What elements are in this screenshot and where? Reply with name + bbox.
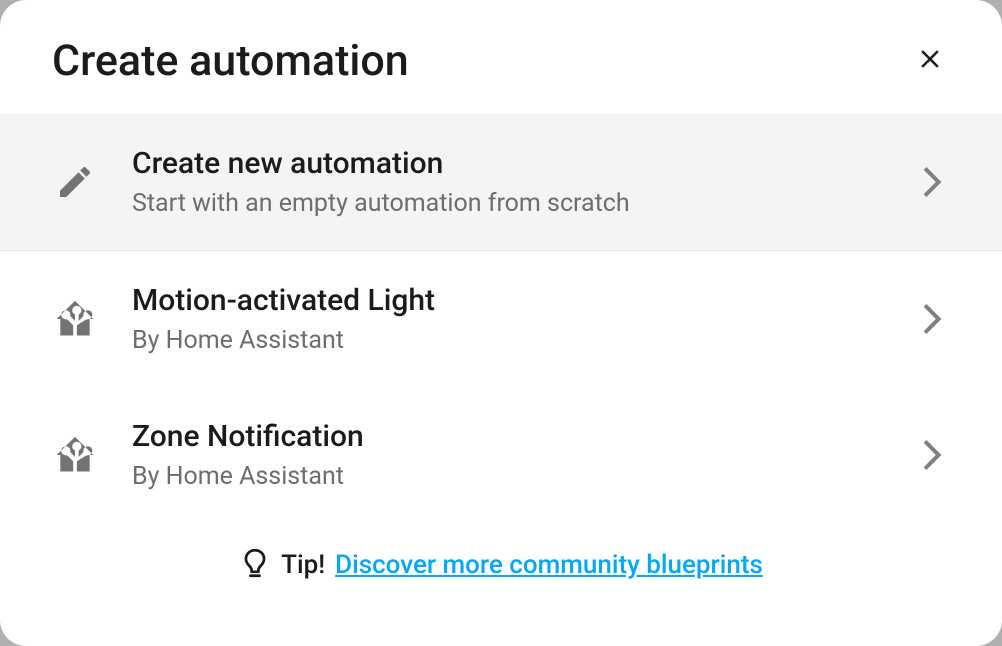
option-zone-notification[interactable]: Zone Notification By Home Assistant [0, 387, 1002, 523]
option-title: Zone Notification [132, 419, 882, 454]
option-subtitle: By Home Assistant [132, 326, 882, 355]
option-subtitle: Start with an empty automation from scra… [132, 189, 882, 218]
pencil-icon [52, 159, 98, 205]
option-title: Create new automation [132, 146, 882, 181]
option-subtitle: By Home Assistant [132, 462, 882, 491]
dialog-header: Create automation [0, 0, 1002, 114]
dialog-title: Create automation [52, 36, 409, 86]
home-assistant-icon [52, 296, 98, 342]
lightbulb-icon [239, 549, 271, 581]
chevron-right-icon [916, 165, 950, 199]
option-text: Create new automation Start with an empt… [132, 146, 882, 218]
tip-link[interactable]: Discover more community blueprints [335, 550, 763, 580]
chevron-right-icon [916, 438, 950, 472]
home-assistant-icon [52, 432, 98, 478]
option-text: Motion-activated Light By Home Assistant [132, 283, 882, 355]
close-icon [915, 44, 945, 78]
option-motion-activated-light[interactable]: Motion-activated Light By Home Assistant [0, 251, 1002, 387]
option-text: Zone Notification By Home Assistant [132, 419, 882, 491]
close-button[interactable] [910, 41, 950, 81]
tip-label: Tip! [281, 550, 325, 580]
option-list: Create new automation Start with an empt… [0, 114, 1002, 523]
chevron-right-icon [916, 302, 950, 336]
create-automation-dialog: Create automation Create new automation … [0, 0, 1002, 646]
option-title: Motion-activated Light [132, 283, 882, 318]
tip-row: Tip! Discover more community blueprints [0, 523, 1002, 605]
option-create-new-automation[interactable]: Create new automation Start with an empt… [0, 114, 1002, 251]
